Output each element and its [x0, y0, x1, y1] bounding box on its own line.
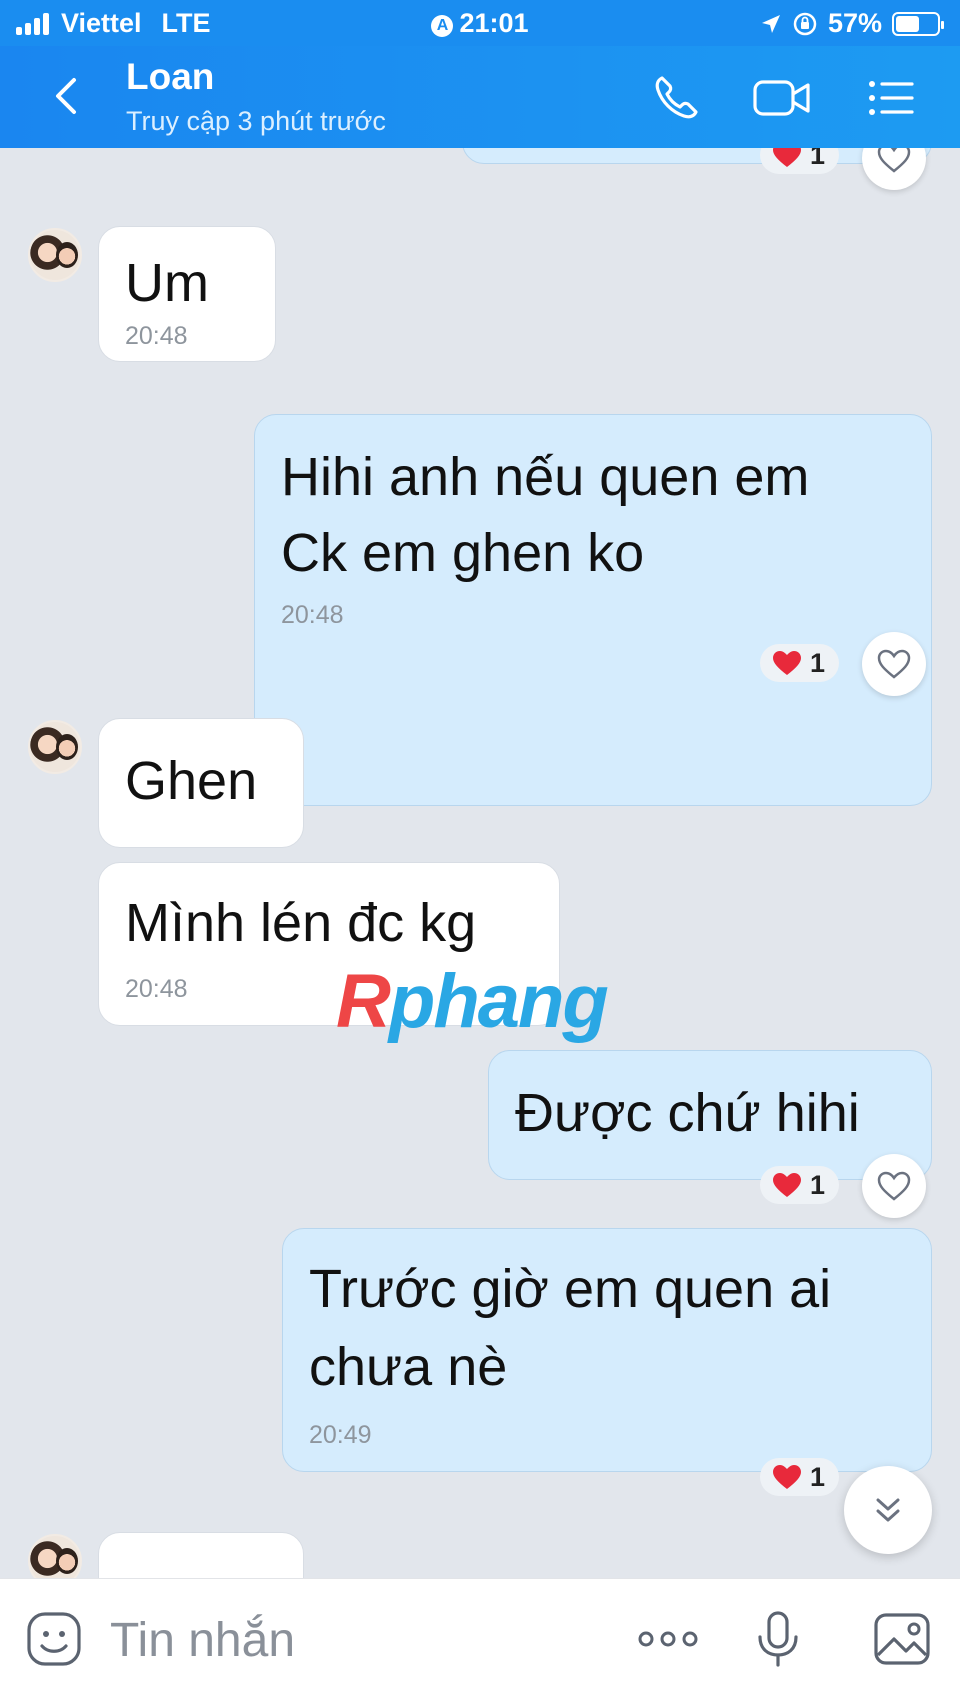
like-button[interactable] — [862, 632, 926, 696]
double-chevron-down-icon — [876, 1498, 900, 1522]
message-bubble[interactable]: Được chứ hihi — [488, 1050, 932, 1180]
message-time: 20:48 — [281, 601, 344, 629]
screen-record-icon: A — [431, 15, 454, 37]
more-icon[interactable] — [636, 1609, 700, 1669]
phone-icon[interactable] — [648, 70, 704, 126]
reaction-badge[interactable]: 1 — [760, 644, 840, 682]
message-bubble[interactable]: Trước giờ em quen ai chưa nè 20:49 — [282, 1228, 932, 1472]
heart-icon — [773, 1173, 801, 1197]
heart-icon — [773, 1465, 801, 1489]
message-list[interactable]: 1 Um 20:48 Hihi anh nếu quen em Ck em gh… — [0, 148, 960, 1578]
chat-header: Loan Truy cập 3 phút trước — [0, 46, 960, 148]
reaction-count: 1 — [810, 1169, 826, 1200]
reaction-count: 1 — [810, 647, 826, 678]
image-icon[interactable] — [872, 1609, 932, 1669]
message-input[interactable]: Tin nhắn — [110, 1613, 295, 1668]
menu-list-icon[interactable] — [862, 70, 918, 126]
status-time: 21:01 — [459, 8, 529, 38]
rotation-lock-icon — [793, 12, 817, 35]
message-bubble[interactable]: Ghen — [98, 718, 304, 848]
message-text: Được chứ hihi — [515, 1083, 860, 1143]
video-call-icon[interactable] — [752, 70, 812, 126]
reaction-badge[interactable]: 1 — [760, 1458, 840, 1496]
reaction-count: 1 — [810, 148, 826, 170]
avatar[interactable] — [28, 1534, 82, 1578]
message-bubble[interactable]: Hihi anh nếu quen em Ck em ghen ko 20:48 — [254, 414, 932, 806]
avatar[interactable] — [28, 720, 82, 774]
message-bubble[interactable]: Um 20:48 — [98, 226, 276, 362]
like-button[interactable] — [862, 148, 926, 190]
scroll-to-bottom-button[interactable] — [844, 1466, 932, 1554]
battery-icon — [892, 11, 944, 36]
avatar[interactable] — [28, 228, 82, 282]
status-bar: Viettel LTE A 21:01 57% — [0, 0, 960, 46]
back-icon[interactable] — [48, 76, 88, 116]
message-text: Trước giờ em quen ai — [309, 1259, 832, 1319]
message-text: Mình lén đc kg — [125, 893, 477, 953]
heart-outline-icon — [877, 148, 911, 173]
last-seen-status: Truy cập 3 phút trước — [126, 106, 386, 136]
message-text: Ck em ghen ko — [281, 523, 645, 583]
reaction-badge[interactable]: 1 — [760, 148, 840, 174]
heart-icon — [773, 651, 801, 675]
microphone-icon[interactable] — [748, 1609, 808, 1669]
reaction-count: 1 — [810, 1461, 826, 1492]
heart-icon — [773, 148, 801, 167]
sticker-icon[interactable] — [24, 1609, 84, 1669]
heart-outline-icon — [877, 649, 911, 679]
message-time: 20:48 — [125, 975, 188, 1003]
message-text: Um — [125, 253, 209, 313]
watermark-logo: Rphang — [336, 959, 609, 1044]
message-text: Hihi anh nếu quen em — [281, 447, 810, 507]
location-arrow-icon — [761, 14, 780, 33]
battery-percent: 57% — [827, 8, 882, 38]
message-bubble-partial[interactable] — [98, 1532, 304, 1578]
message-input-bar: Tin nhắn — [0, 1578, 960, 1707]
message-text: Ghen — [125, 751, 258, 811]
message-time: 20:48 — [125, 322, 188, 350]
message-time: 20:49 — [309, 1421, 372, 1449]
heart-outline-icon — [877, 1171, 911, 1201]
message-text: chưa nè — [309, 1337, 508, 1397]
contact-name[interactable]: Loan — [126, 56, 214, 98]
reaction-badge[interactable]: 1 — [760, 1166, 840, 1204]
like-button[interactable] — [862, 1154, 926, 1218]
